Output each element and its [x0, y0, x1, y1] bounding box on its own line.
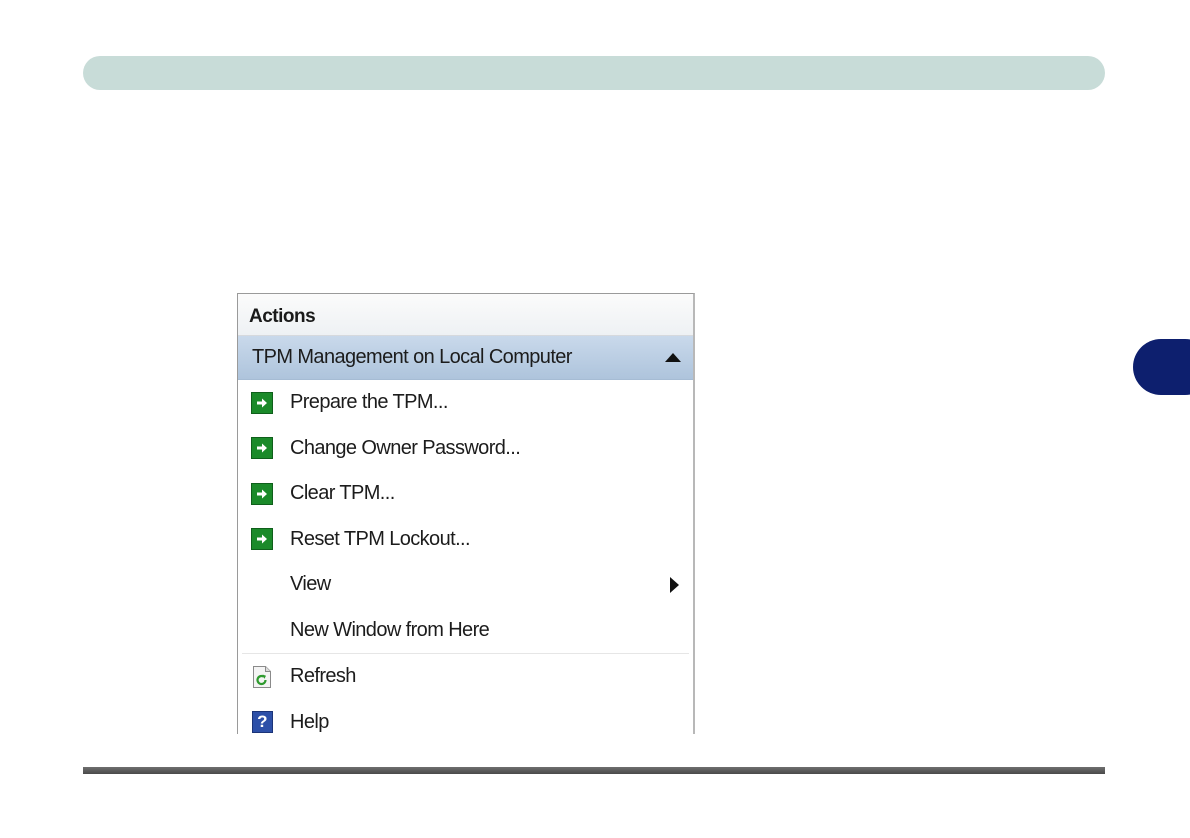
- menu-item-label: View: [290, 573, 331, 596]
- submenu-triangle-right-icon: [670, 576, 679, 593]
- help-icon: ?: [251, 711, 273, 734]
- green-arrow-icon: [251, 437, 273, 460]
- chapter-side-tab: [1133, 339, 1190, 395]
- menu-item-label: Help: [290, 710, 329, 733]
- page-header-band: [83, 56, 1105, 90]
- tpm-management-section-header[interactable]: TPM Management on Local Computer: [238, 336, 693, 380]
- menu-item-prepare-tpm[interactable]: Prepare the TPM...: [238, 380, 693, 426]
- collapse-triangle-up-icon[interactable]: [665, 353, 681, 362]
- menu-item-change-owner-password[interactable]: Change Owner Password...: [238, 426, 693, 472]
- menu-item-label: Refresh: [290, 665, 356, 688]
- menu-item-refresh[interactable]: Refresh: [238, 654, 693, 700]
- refresh-icon: [253, 665, 271, 688]
- green-arrow-icon: [251, 391, 273, 414]
- actions-panel: Actions TPM Management on Local Computer…: [237, 293, 695, 734]
- actions-panel-title: Actions: [238, 294, 693, 336]
- green-arrow-icon: [251, 528, 273, 551]
- menu-item-clear-tpm[interactable]: Clear TPM...: [238, 471, 693, 517]
- menu-item-reset-tpm-lockout[interactable]: Reset TPM Lockout...: [238, 517, 693, 563]
- menu-item-label: New Window from Here: [290, 618, 490, 641]
- menu-item-label: Prepare the TPM...: [290, 391, 448, 414]
- menu-item-help[interactable]: ? Help: [238, 700, 693, 735]
- green-arrow-icon: [251, 482, 273, 505]
- menu-item-view[interactable]: View: [238, 562, 693, 608]
- menu-item-label: Clear TPM...: [290, 482, 395, 505]
- menu-item-label: Change Owner Password...: [290, 436, 521, 459]
- page-footer-rule: [83, 767, 1105, 774]
- menu-item-new-window-from-here[interactable]: New Window from Here: [238, 608, 693, 654]
- section-header-label: TPM Management on Local Computer: [252, 346, 572, 368]
- menu-item-label: Reset TPM Lockout...: [290, 527, 471, 550]
